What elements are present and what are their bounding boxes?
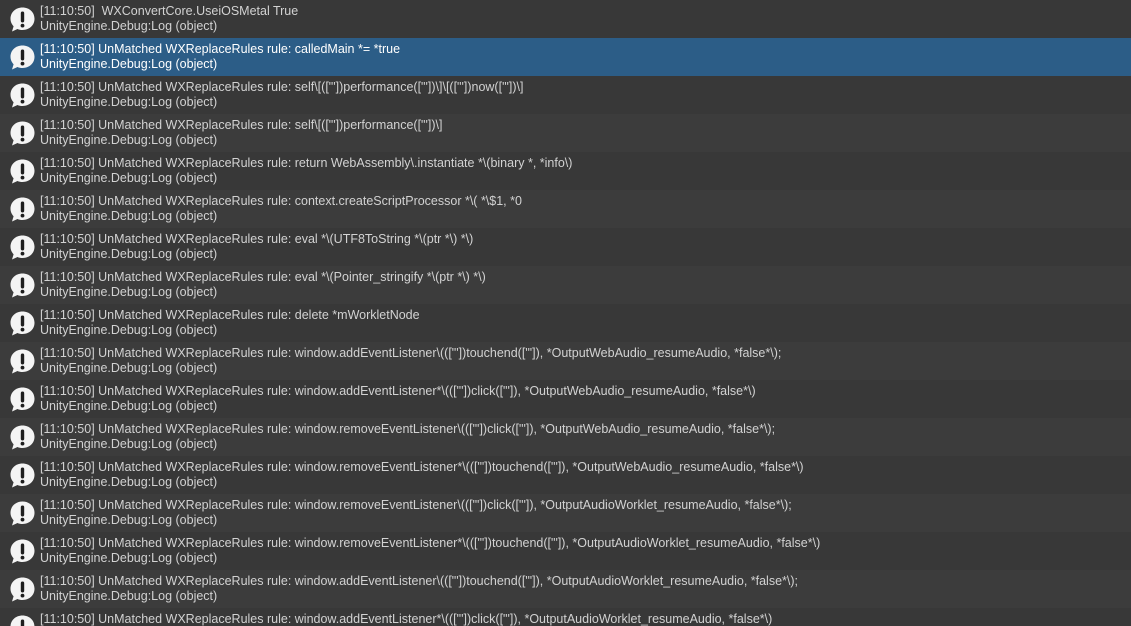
info-message-icon [9, 196, 36, 223]
info-message-icon [9, 310, 36, 337]
log-stack-source: UnityEngine.Debug:Log (object) [40, 399, 218, 413]
log-stack-source: UnityEngine.Debug:Log (object) [40, 285, 218, 299]
info-message-icon [9, 348, 36, 375]
log-entry[interactable]: [11:10:50] UnMatched WXReplaceRules rule… [0, 494, 1131, 532]
info-message-icon [9, 614, 36, 626]
info-message-icon [9, 424, 36, 451]
log-stack-source: UnityEngine.Debug:Log (object) [40, 57, 218, 71]
log-entry[interactable]: [11:10:50] WXConvertCore.UseiOSMetal Tru… [0, 0, 1131, 38]
log-entry[interactable]: [11:10:50] UnMatched WXReplaceRules rule… [0, 190, 1131, 228]
log-message: [11:10:50] UnMatched WXReplaceRules rule… [40, 156, 573, 170]
log-message: [11:10:50] UnMatched WXReplaceRules rule… [40, 308, 420, 322]
info-message-icon [9, 462, 36, 489]
info-message-icon [9, 6, 36, 33]
log-message: [11:10:50] UnMatched WXReplaceRules rule… [40, 574, 799, 588]
log-message: [11:10:50] UnMatched WXReplaceRules rule… [40, 612, 773, 626]
log-stack-source: UnityEngine.Debug:Log (object) [40, 551, 218, 565]
info-message-icon [9, 500, 36, 527]
log-message: [11:10:50] UnMatched WXReplaceRules rule… [40, 422, 776, 436]
info-message-icon [9, 538, 36, 565]
info-message-icon [9, 576, 36, 603]
info-message-icon [9, 272, 36, 299]
log-entry[interactable]: [11:10:50] UnMatched WXReplaceRules rule… [0, 304, 1131, 342]
log-message: [11:10:50] UnMatched WXReplaceRules rule… [40, 270, 486, 284]
log-entry[interactable]: [11:10:50] UnMatched WXReplaceRules rule… [0, 532, 1131, 570]
info-message-icon [9, 158, 36, 185]
log-message: [11:10:50] UnMatched WXReplaceRules rule… [40, 498, 792, 512]
log-stack-source: UnityEngine.Debug:Log (object) [40, 19, 218, 33]
log-stack-source: UnityEngine.Debug:Log (object) [40, 323, 218, 337]
log-entry[interactable]: [11:10:50] UnMatched WXReplaceRules rule… [0, 380, 1131, 418]
info-message-icon [9, 234, 36, 261]
log-entry[interactable]: [11:10:50] UnMatched WXReplaceRules rule… [0, 570, 1131, 608]
log-stack-source: UnityEngine.Debug:Log (object) [40, 513, 218, 527]
log-stack-source: UnityEngine.Debug:Log (object) [40, 361, 218, 375]
log-entry[interactable]: [11:10:50] UnMatched WXReplaceRules rule… [0, 38, 1131, 76]
log-stack-source: UnityEngine.Debug:Log (object) [40, 247, 218, 261]
info-message-icon [9, 386, 36, 413]
log-stack-source: UnityEngine.Debug:Log (object) [40, 589, 218, 603]
log-stack-source: UnityEngine.Debug:Log (object) [40, 209, 218, 223]
log-stack-source: UnityEngine.Debug:Log (object) [40, 437, 218, 451]
log-entry[interactable]: [11:10:50] UnMatched WXReplaceRules rule… [0, 456, 1131, 494]
log-entry[interactable]: [11:10:50] UnMatched WXReplaceRules rule… [0, 152, 1131, 190]
log-message: [11:10:50] UnMatched WXReplaceRules rule… [40, 80, 524, 94]
log-message: [11:10:50] UnMatched WXReplaceRules rule… [40, 42, 401, 56]
log-stack-source: UnityEngine.Debug:Log (object) [40, 133, 218, 147]
log-message: [11:10:50] UnMatched WXReplaceRules rule… [40, 460, 804, 474]
log-entry[interactable]: [11:10:50] UnMatched WXReplaceRules rule… [0, 608, 1131, 626]
info-message-icon [9, 44, 36, 71]
log-message: [11:10:50] UnMatched WXReplaceRules rule… [40, 384, 756, 398]
log-stack-source: UnityEngine.Debug:Log (object) [40, 171, 218, 185]
info-message-icon [9, 120, 36, 147]
console-log-list[interactable]: [11:10:50] WXConvertCore.UseiOSMetal Tru… [0, 0, 1131, 626]
log-stack-source: UnityEngine.Debug:Log (object) [40, 475, 218, 489]
log-entry[interactable]: [11:10:50] UnMatched WXReplaceRules rule… [0, 76, 1131, 114]
log-entry[interactable]: [11:10:50] UnMatched WXReplaceRules rule… [0, 114, 1131, 152]
log-message: [11:10:50] UnMatched WXReplaceRules rule… [40, 536, 821, 550]
log-message: [11:10:50] UnMatched WXReplaceRules rule… [40, 346, 782, 360]
log-message: [11:10:50] UnMatched WXReplaceRules rule… [40, 232, 474, 246]
log-entry[interactable]: [11:10:50] UnMatched WXReplaceRules rule… [0, 266, 1131, 304]
log-entry[interactable]: [11:10:50] UnMatched WXReplaceRules rule… [0, 342, 1131, 380]
log-entry[interactable]: [11:10:50] UnMatched WXReplaceRules rule… [0, 418, 1131, 456]
log-stack-source: UnityEngine.Debug:Log (object) [40, 95, 218, 109]
log-message: [11:10:50] UnMatched WXReplaceRules rule… [40, 118, 443, 132]
info-message-icon [9, 82, 36, 109]
log-message: [11:10:50] UnMatched WXReplaceRules rule… [40, 194, 522, 208]
log-entry[interactable]: [11:10:50] UnMatched WXReplaceRules rule… [0, 228, 1131, 266]
log-message: [11:10:50] WXConvertCore.UseiOSMetal Tru… [40, 4, 299, 18]
